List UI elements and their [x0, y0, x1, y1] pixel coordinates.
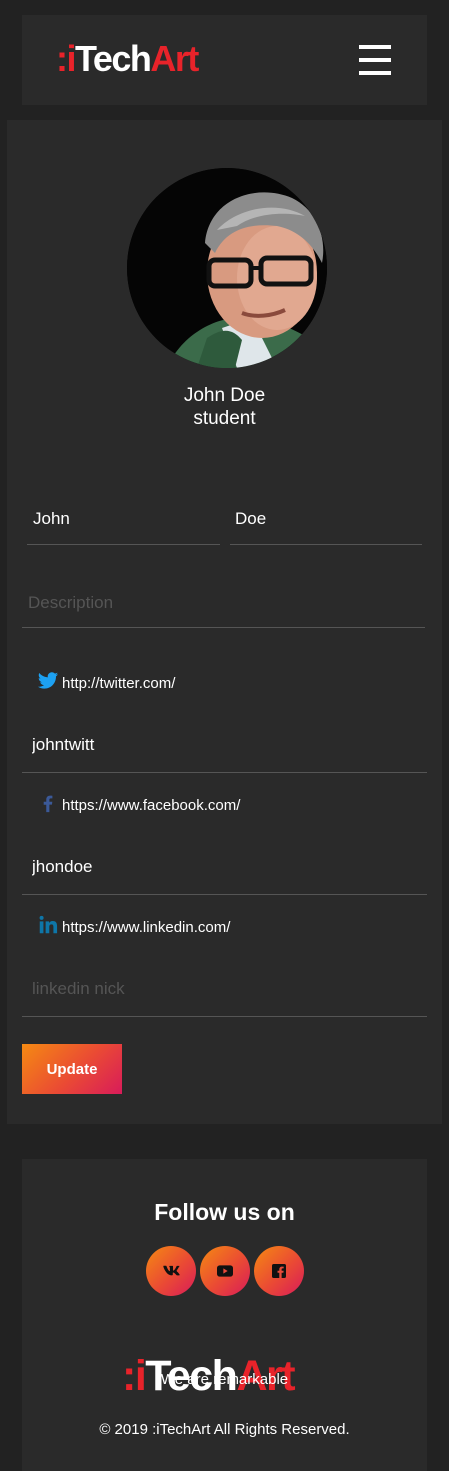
description-input[interactable]: [22, 578, 425, 628]
page: :i Tech Art John Doe student John Doe De…: [0, 0, 449, 1471]
linkedin-icon: [39, 915, 58, 934]
facebook-icon: [43, 795, 53, 813]
hamburger-menu-icon[interactable]: [359, 43, 391, 77]
logo-dots: :i: [56, 38, 77, 79]
twitter-url: http://twitter.com/: [62, 675, 176, 692]
logo-tech: Tech: [75, 38, 152, 79]
facebook-square-button[interactable]: [254, 1246, 304, 1296]
footer: Follow us on :i Tech Art We are remarkable…: [22, 1159, 427, 1471]
header: :i Tech Art: [22, 15, 427, 105]
burger-line: [359, 71, 391, 75]
avatar: [127, 168, 327, 368]
profile-name: John Doe: [183, 385, 266, 406]
follow-title: Follow us on: [154, 1199, 295, 1225]
youtube-icon: [217, 1265, 233, 1277]
facebook-nick-input[interactable]: [22, 839, 427, 895]
twitter-nick-input[interactable]: [22, 717, 427, 773]
first-name-input[interactable]: [27, 494, 220, 545]
update-button[interactable]: Update: [22, 1044, 122, 1094]
copyright: © 2019 :iTechArt All Rights Reserved.: [99, 1421, 350, 1438]
facebook-square-icon: [272, 1264, 286, 1278]
linkedin-nick-input[interactable]: [22, 961, 427, 1017]
vk-icon: [163, 1265, 180, 1276]
last-name-input[interactable]: [230, 494, 422, 545]
facebook-label: https://www.facebook.com/: [37, 792, 240, 814]
twitter-label: http://twitter.com/: [37, 670, 175, 692]
twitter-icon: [37, 672, 59, 689]
linkedin-label: https://www.linkedin.com/: [37, 914, 230, 936]
vk-button[interactable]: [146, 1246, 196, 1296]
profile-role: student: [193, 408, 256, 429]
facebook-url: https://www.facebook.com/: [62, 797, 241, 814]
profile-card: John Doe student http://twitter.com/ htt…: [7, 120, 442, 1124]
tagline: We are remarkable: [160, 1371, 289, 1388]
avatar-photo: [127, 168, 327, 368]
burger-line: [359, 45, 391, 49]
linkedin-url: https://www.linkedin.com/: [62, 919, 231, 936]
burger-line: [359, 58, 391, 62]
logo-art: Art: [150, 38, 199, 79]
youtube-button[interactable]: [200, 1246, 250, 1296]
header-logo[interactable]: :i Tech Art: [56, 38, 199, 79]
